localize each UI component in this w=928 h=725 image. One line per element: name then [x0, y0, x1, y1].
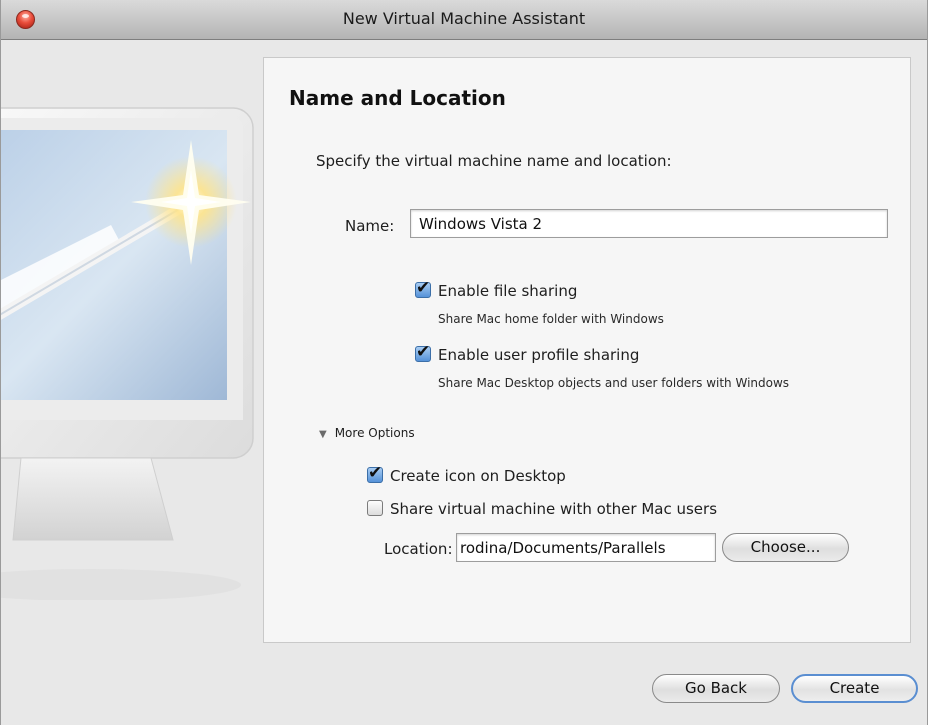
- go-back-button[interactable]: Go Back: [652, 674, 780, 703]
- page-subtitle: Specify the virtual machine name and loc…: [316, 152, 672, 170]
- create-desktop-icon-label[interactable]: Create icon on Desktop: [390, 467, 566, 485]
- enable-user-profile-sharing-label[interactable]: Enable user profile sharing: [438, 346, 639, 364]
- enable-file-sharing-description: Share Mac home folder with Windows: [438, 312, 664, 326]
- enable-file-sharing-checkbox[interactable]: [415, 278, 431, 298]
- disclosure-triangle-icon[interactable]: ▼: [319, 429, 327, 440]
- choose-button[interactable]: Choose...: [722, 533, 849, 562]
- title-bar[interactable]: New Virtual Machine Assistant: [1, 0, 927, 40]
- location-label: Location:: [384, 540, 453, 558]
- share-vm-checkbox[interactable]: [367, 500, 383, 516]
- page-heading: Name and Location: [289, 86, 506, 110]
- create-desktop-icon-checkbox[interactable]: [367, 463, 383, 483]
- monitor-illustration: [1, 107, 254, 600]
- create-button[interactable]: Create: [791, 674, 918, 703]
- enable-user-profile-sharing-checkbox[interactable]: [415, 342, 431, 362]
- more-options-label[interactable]: More Options: [335, 426, 415, 440]
- share-vm-label[interactable]: Share virtual machine with other Mac use…: [390, 500, 717, 518]
- enable-user-profile-sharing-description: Share Mac Desktop objects and user folde…: [438, 376, 790, 390]
- name-label: Name:: [345, 217, 395, 235]
- window-title: New Virtual Machine Assistant: [342, 9, 586, 28]
- name-input[interactable]: [410, 209, 888, 238]
- enable-file-sharing-label[interactable]: Enable file sharing: [438, 282, 577, 300]
- more-options-toggle[interactable]: ▼ More Options: [319, 426, 415, 440]
- assistant-window: New Virtual Machine Assistant Name and L…: [0, 0, 928, 725]
- location-input[interactable]: [456, 533, 716, 562]
